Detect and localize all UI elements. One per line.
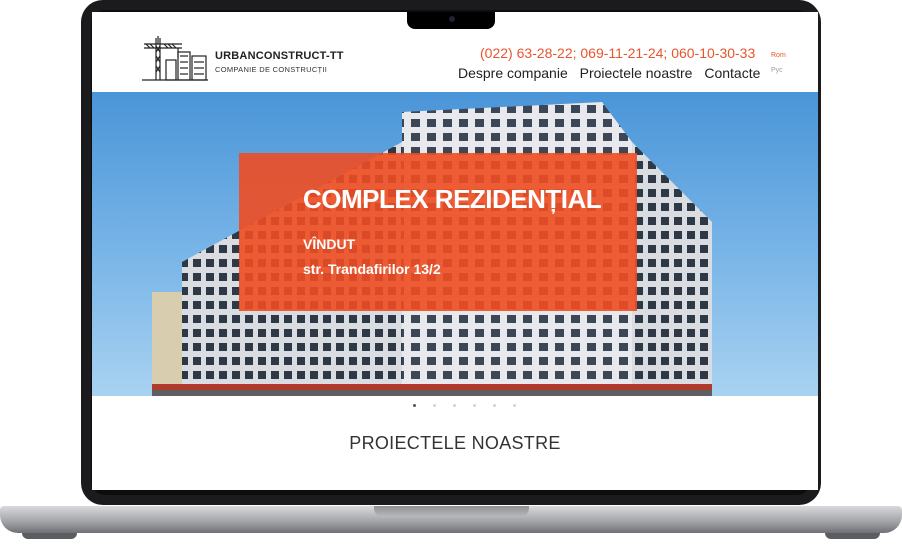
brand-name: URBANCONSTRUCT-TT: [215, 50, 344, 62]
nav-contacte[interactable]: Contacte: [704, 65, 760, 81]
brand[interactable]: URBANCONSTRUCT-TT COMPANIE DE CONSTRUCȚI…: [215, 50, 344, 74]
laptop-foot-right: [825, 533, 880, 539]
section-title: PROIECTELE NOASTRE: [349, 433, 561, 453]
lang-romanian[interactable]: Rom: [771, 52, 786, 59]
camera-notch: [407, 12, 495, 29]
hero-address: str. Trandafirilor 13/2: [303, 261, 441, 277]
nav-despre-companie[interactable]: Despre companie: [458, 65, 568, 81]
hero-status: VÎNDUT: [303, 236, 356, 252]
slider-dot-3[interactable]: [453, 404, 456, 407]
camera-icon: [449, 16, 455, 22]
brand-subtitle: COMPANIE DE CONSTRUCȚII: [215, 65, 328, 74]
crane-logo-icon[interactable]: [142, 34, 210, 82]
slider-dot-2[interactable]: [433, 404, 436, 407]
website-screen: URBANCONSTRUCT-TT COMPANIE DE CONSTRUCȚI…: [92, 12, 818, 490]
hero-caption[interactable]: COMPLEX REZIDENȚIAL VÎNDUT str. Trandafi…: [239, 153, 637, 311]
phone-numbers[interactable]: (022) 63-28-22; 069-11-21-24; 060-10-30-…: [480, 45, 755, 61]
slider-dot-5[interactable]: [493, 404, 496, 407]
main-nav: Despre companie Proiectele noastre Conta…: [458, 65, 768, 81]
slider-dot-1[interactable]: [413, 404, 416, 407]
hero-title: COMPLEX REZIDENȚIAL: [303, 184, 602, 214]
laptop-base-notch: [374, 506, 529, 517]
hero-slider[interactable]: COMPLEX REZIDENȚIAL VÎNDUT str. Trandafi…: [92, 92, 818, 396]
slider-dot-6[interactable]: [513, 404, 516, 407]
lang-russian[interactable]: Рус: [771, 67, 783, 74]
nav-proiectele-noastre[interactable]: Proiectele noastre: [580, 65, 693, 81]
slider-dot-4[interactable]: [473, 404, 476, 407]
laptop-foot-left: [22, 533, 77, 539]
